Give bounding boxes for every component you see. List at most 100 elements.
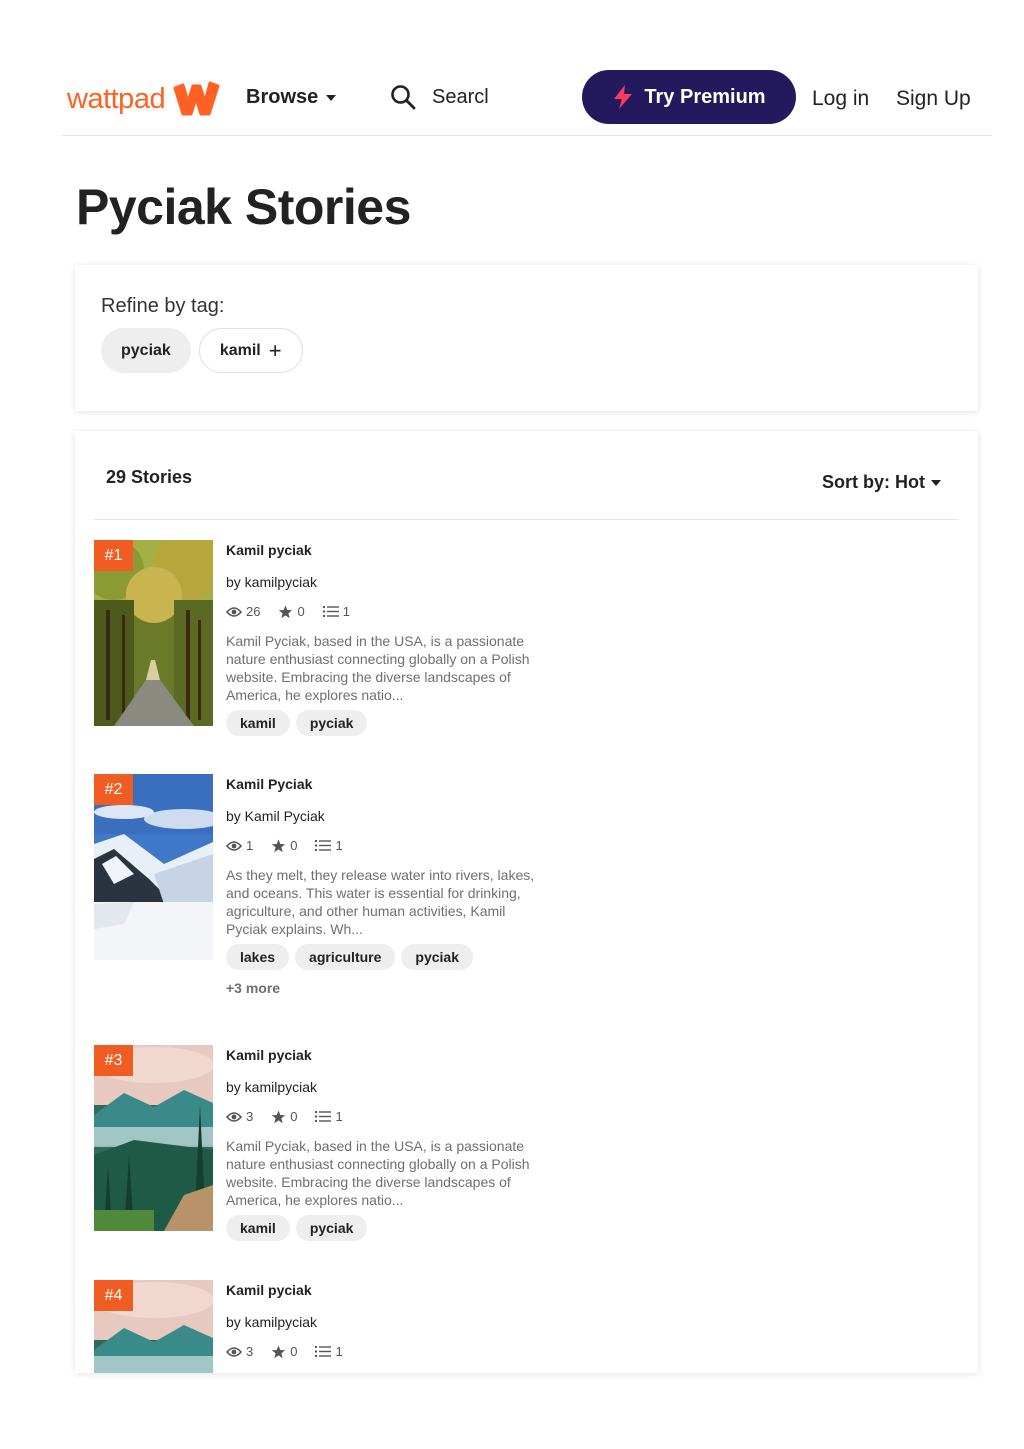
votes-stat: 0 [271,1109,297,1124]
try-premium-button[interactable]: Try Premium [582,70,796,124]
divider [94,519,959,520]
reads-stat: 3 [226,1109,253,1124]
more-tags-link[interactable]: +3 more [226,980,280,996]
story-stats: 26 0 1 [226,604,368,619]
reads-count: 1 [246,838,254,853]
story-title[interactable]: Kamil Pyciak [226,776,312,792]
top-navigation: wattpad Browse Try Premium Log in Sign U… [62,62,992,136]
reads-stat: 3 [226,1344,253,1359]
reads-count: 3 [246,1344,254,1359]
browse-dropdown[interactable]: Browse [246,86,337,109]
eye-icon [226,606,242,617]
logo-wordmark: wattpad [67,82,166,115]
lightning-bolt-icon [614,85,633,109]
reads-stat: 26 [226,604,260,619]
votes-stat: 0 [271,1344,297,1359]
sign-up-link[interactable]: Sign Up [896,87,971,111]
story-cover[interactable]: #4 [94,1280,213,1373]
parts-count: 1 [342,604,350,619]
reads-count: 3 [246,1109,254,1124]
votes-count: 0 [290,838,298,853]
plus-icon: + [268,337,282,363]
eye-icon [226,1346,242,1357]
story-title[interactable]: Kamil pyciak [226,542,312,558]
story-cover[interactable]: #3 [94,1045,213,1231]
stories-panel: 29 Stories Sort by: Hot #1 Kamil pyciak … [75,431,978,1373]
rank-badge: #4 [94,1280,133,1311]
star-icon [272,1110,286,1123]
logo-w-icon [173,81,220,116]
story-cover[interactable]: #1 [94,540,213,726]
list-icon [315,1346,332,1357]
refine-tag-list: pyciak kamil + [101,328,303,373]
story-tag[interactable]: kamil [226,1215,290,1241]
parts-stat: 1 [315,1344,343,1359]
refine-tag-pyciak[interactable]: pyciak [101,328,191,373]
story-description: Kamil Pyciak, based in the USA, is a pas… [226,633,530,703]
story-author[interactable]: by kamilpyciak [226,1314,317,1330]
search-bar [390,84,494,110]
caret-down-icon [931,479,941,486]
parts-stat: 1 [315,838,343,853]
list-icon [315,1111,332,1122]
parts-count: 1 [335,838,343,853]
wattpad-logo[interactable]: wattpad [67,80,221,118]
votes-count: 0 [290,1344,298,1359]
search-icon[interactable] [390,84,416,110]
story-author[interactable]: by kamilpyciak [226,1079,317,1095]
story-title[interactable]: Kamil pyciak [226,1282,312,1298]
star-icon [279,605,293,618]
sort-label: Sort by: Hot [822,472,925,492]
page-title: Pyciak Stories [76,179,411,235]
story-count: 29 Stories [106,467,193,487]
star-icon [272,1345,286,1358]
parts-stat: 1 [322,604,350,619]
story-tag[interactable]: kamil [226,710,290,736]
votes-stat: 0 [271,838,297,853]
story-author[interactable]: by kamilpyciak [226,574,317,590]
parts-stat: 1 [315,1109,343,1124]
story-author[interactable]: by Kamil Pyciak [226,808,325,824]
story-tag[interactable]: lakes [226,944,290,970]
story-title[interactable]: Kamil pyciak [226,1047,312,1063]
caret-down-icon [326,94,337,101]
refine-tag-label: kamil [219,341,261,359]
story-stats: 1 0 1 [226,838,361,853]
rank-badge: #3 [94,1045,133,1076]
story-tag[interactable]: pyciak [401,944,473,970]
reads-stat: 1 [226,838,253,853]
story-cover[interactable]: #2 [94,774,213,960]
rank-badge: #2 [94,774,133,805]
browse-label: Browse [246,86,319,108]
eye-icon [226,840,242,851]
story-tag-list: kamil pyciak [226,1215,368,1241]
story-tag[interactable]: pyciak [295,1215,368,1241]
votes-count: 0 [290,1109,298,1124]
refine-label: Refine by tag: [101,295,225,317]
refine-tag-label: pyciak [121,341,171,359]
parts-count: 1 [335,1109,343,1124]
rank-badge: #1 [94,540,133,571]
story-tag[interactable]: agriculture [295,944,396,970]
eye-icon [226,1111,242,1122]
star-icon [272,839,286,852]
search-input[interactable] [432,85,494,109]
parts-count: 1 [335,1344,343,1359]
log-in-link[interactable]: Log in [812,87,869,111]
list-icon [315,840,332,851]
refine-by-tag-panel: Refine by tag: pyciak kamil + [75,265,978,411]
story-description: As they melt, they release water into ri… [226,867,535,937]
votes-count: 0 [297,604,305,619]
story-tag-list: lakes agriculture pyciak [226,944,473,970]
list-icon [322,606,339,617]
refine-tag-kamil[interactable]: kamil + [198,328,303,373]
reads-count: 26 [246,604,261,619]
story-tag[interactable]: pyciak [295,710,368,736]
story-description: Kamil Pyciak, based in the USA, is a pas… [226,1138,530,1208]
story-tag-list: kamil pyciak [226,710,368,736]
story-stats: 3 0 1 [226,1109,361,1124]
story-stats: 3 0 1 [226,1344,361,1359]
votes-stat: 0 [278,604,305,619]
sort-dropdown[interactable]: Sort by: Hot [822,472,941,493]
try-premium-label: Try Premium [644,85,766,108]
